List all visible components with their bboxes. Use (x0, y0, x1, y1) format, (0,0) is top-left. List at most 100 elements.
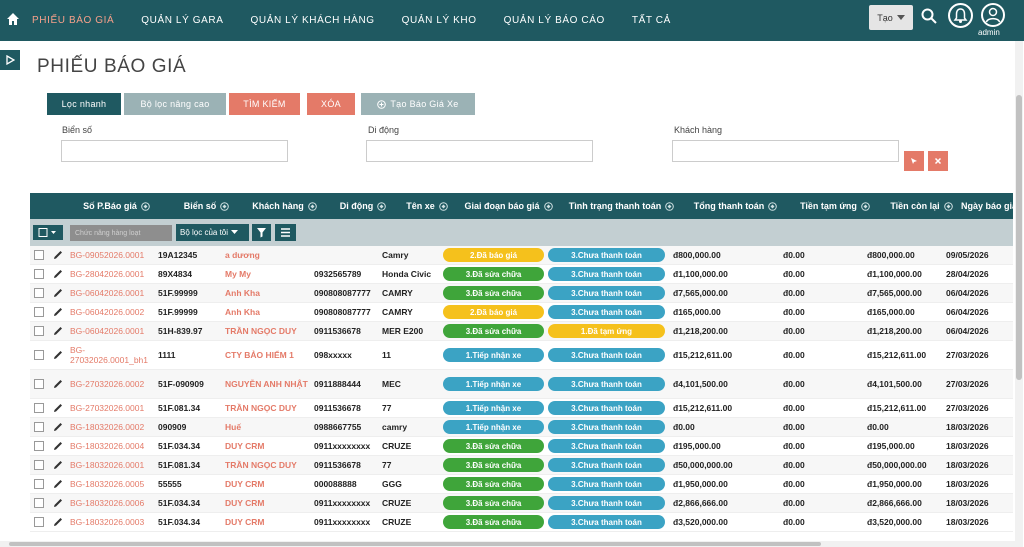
phone-filter-input[interactable] (366, 140, 593, 162)
search-button[interactable]: TÌM KIẾM (229, 93, 300, 115)
row-checkbox[interactable] (34, 498, 44, 508)
user-avatar-icon[interactable] (981, 3, 1005, 27)
edit-pencil-icon[interactable] (52, 459, 64, 471)
row-checkbox[interactable] (34, 379, 44, 389)
apply-filter-button[interactable] (904, 151, 924, 171)
quote-code-link[interactable]: BG-09052026.0001 (70, 250, 158, 260)
edit-pencil-icon[interactable] (52, 440, 64, 452)
edit-pencil-icon[interactable] (52, 421, 64, 433)
row-checkbox[interactable] (34, 517, 44, 527)
quote-code-link[interactable]: BG-18032026.0002 (70, 422, 158, 432)
quote-code-link[interactable]: BG-27032026.0001 (70, 403, 158, 413)
column-header-1[interactable]: Biển số (173, 201, 240, 211)
edit-pencil-icon[interactable] (52, 497, 64, 509)
table-row[interactable]: BG-27032026.0001 51F.081.34 TRẦN NGỌC DUY 0… (30, 399, 1013, 418)
nav-item-4[interactable]: QUẢN LÝ BÁO CÁO (504, 15, 605, 26)
table-row[interactable]: BG-06042026.0002 51F.99999 Anh Kha 09080808… (30, 303, 1013, 322)
sidebar-toggle-button[interactable] (0, 50, 20, 70)
column-header-8[interactable]: Tiền tạm ứng (788, 201, 882, 211)
quote-code-link[interactable]: BG-18032026.0003 (70, 517, 158, 527)
quote-code-link[interactable]: BG-27032026.0001_bh1 (70, 345, 158, 365)
edit-pencil-icon[interactable] (52, 306, 64, 318)
column-header-2[interactable]: Khách hàng (240, 201, 329, 211)
column-header-6[interactable]: Tình trạng thanh toán (560, 201, 683, 211)
customer-link[interactable]: CTY BẢO HIỂM 1 (225, 350, 314, 360)
row-checkbox[interactable] (34, 269, 44, 279)
edit-pencil-icon[interactable] (52, 478, 64, 490)
customer-link[interactable]: DUY CRM (225, 498, 314, 508)
user-name[interactable]: admin (978, 28, 1000, 37)
row-checkbox[interactable] (34, 326, 44, 336)
table-row[interactable]: BG-18032026.0005 55555 DUY CRM 000088888 GGG… (30, 475, 1013, 494)
edit-pencil-icon[interactable] (52, 402, 64, 414)
quote-code-link[interactable]: BG-18032026.0005 (70, 479, 158, 489)
table-row[interactable]: BG-09052026.0001 19A12345 a dương Camry 2.Đã… (30, 246, 1013, 265)
customer-link[interactable]: DUY CRM (225, 517, 314, 527)
customer-link[interactable]: a dương (225, 250, 314, 260)
edit-pencil-icon[interactable] (52, 516, 64, 528)
row-checkbox[interactable] (34, 460, 44, 470)
row-checkbox[interactable] (34, 250, 44, 260)
tab-quick-filter[interactable]: Lọc nhanh (47, 93, 121, 115)
create-quote-button[interactable]: Tạo Báo Giá Xe (361, 93, 475, 115)
my-filter-dropdown[interactable]: Bộ lọc của tôi (176, 224, 249, 241)
row-checkbox[interactable] (34, 479, 44, 489)
edit-pencil-icon[interactable] (52, 325, 64, 337)
horizontal-scroll-thumb[interactable] (9, 542, 821, 546)
column-header-7[interactable]: Tổng thanh toán (683, 201, 788, 211)
edit-pencil-icon[interactable] (52, 378, 64, 390)
column-header-0[interactable]: Số P.Báo giá (60, 201, 173, 211)
table-row[interactable]: BG-27032026.0002 51F-090909 NGUYỄN ANH NHẬ… (30, 370, 1013, 399)
horizontal-scrollbar[interactable] (0, 541, 1015, 547)
plate-filter-input[interactable] (61, 140, 288, 162)
row-checkbox[interactable] (34, 403, 44, 413)
row-checkbox[interactable] (34, 307, 44, 317)
table-row[interactable]: BG-18032026.0003 51F.034.34 DUY CRM 0911xxx… (30, 513, 1013, 532)
column-header-9[interactable]: Tiền còn lại (882, 201, 961, 211)
quote-code-link[interactable]: BG-06042026.0001 (70, 326, 158, 336)
home-icon[interactable] (6, 12, 20, 26)
customer-link[interactable]: TRẦN NGỌC DUY (225, 403, 314, 413)
row-checkbox[interactable] (34, 288, 44, 298)
clear-button[interactable]: XÓA (307, 93, 355, 115)
table-row[interactable]: BG-27032026.0001_bh1 1111 CTY BẢO HIỂM 1 09… (30, 341, 1013, 370)
customer-link[interactable]: TRẦN NGỌC DUY (225, 460, 314, 470)
vertical-scroll-thumb[interactable] (1016, 95, 1022, 380)
row-checkbox[interactable] (34, 422, 44, 432)
customer-link[interactable]: Huế (225, 422, 314, 432)
customer-link[interactable]: Anh Kha (225, 307, 314, 317)
edit-pencil-icon[interactable] (52, 349, 64, 361)
nav-item-0[interactable]: PHIẾU BÁO GIÁ (32, 15, 114, 26)
quote-code-link[interactable]: BG-27032026.0002 (70, 379, 158, 389)
customer-link[interactable]: NGUYỄN ANH NHẬT (225, 379, 314, 389)
table-row[interactable]: BG-06042026.0001 51H-839.97 TRẦN NGỌC DUY 0… (30, 322, 1013, 341)
quote-code-link[interactable]: BG-06042026.0002 (70, 307, 158, 317)
quote-code-link[interactable]: BG-18032026.0006 (70, 498, 158, 508)
table-row[interactable]: BG-28042026.0001 89X4834 My My 0932565789 Ho… (30, 265, 1013, 284)
quote-code-link[interactable]: BG-06042026.0001 (70, 288, 158, 298)
table-row[interactable]: BG-18032026.0004 51F.034.34 DUY CRM 0911xxx… (30, 437, 1013, 456)
customer-link[interactable]: TRẦN NGỌC DUY (225, 326, 314, 336)
bulk-action-button[interactable]: Chức năng hàng loạt (70, 225, 172, 241)
table-row[interactable]: BG-06042026.0001 51F.99999 Anh Kha 09080808… (30, 284, 1013, 303)
table-row[interactable]: BG-18032026.0006 51F.034.34 DUY CRM 0911xxx… (30, 494, 1013, 513)
nav-item-1[interactable]: QUẢN LÝ GARA (141, 15, 223, 26)
edit-pencil-icon[interactable] (52, 287, 64, 299)
customer-filter-input[interactable] (672, 140, 899, 162)
column-header-10[interactable]: Ngày báo giá (961, 201, 1021, 211)
nav-item-5[interactable]: TẤT CẢ (632, 15, 671, 26)
row-select-dropdown[interactable] (33, 225, 63, 240)
table-row[interactable]: BG-18032026.0002 090909 Huế 0988667755 camry… (30, 418, 1013, 437)
quote-code-link[interactable]: BG-18032026.0004 (70, 441, 158, 451)
row-checkbox[interactable] (34, 350, 44, 360)
customer-link[interactable]: Anh Kha (225, 288, 314, 298)
quote-code-link[interactable]: BG-18032026.0001 (70, 460, 158, 470)
column-list-button[interactable] (275, 224, 296, 241)
nav-item-2[interactable]: QUẢN LÝ KHÁCH HÀNG (251, 15, 375, 26)
edit-pencil-icon[interactable] (52, 268, 64, 280)
column-header-5[interactable]: Giai đoạn báo giá (457, 201, 560, 211)
create-dropdown-button[interactable]: Tạo (869, 5, 913, 30)
row-checkbox[interactable] (34, 441, 44, 451)
column-header-4[interactable]: Tên xe (397, 201, 457, 211)
tab-advanced-filter[interactable]: Bộ lọc nâng cao (124, 93, 226, 115)
